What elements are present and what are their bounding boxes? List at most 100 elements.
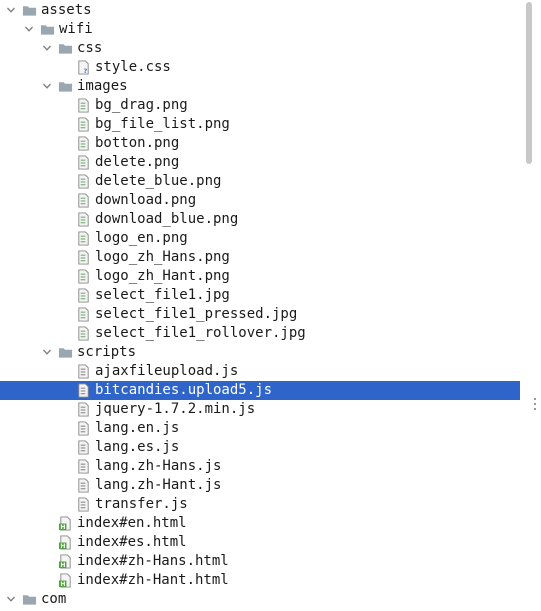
vertical-scrollbar[interactable] (520, 0, 541, 601)
tree-item-label: lang.zh-Hant.js (95, 477, 222, 493)
chevron-down-icon[interactable] (41, 80, 53, 92)
chevron-down-icon[interactable] (41, 346, 53, 358)
image-file-icon (76, 193, 91, 208)
tree-item-label: jquery-1.7.2.min.js (95, 401, 256, 417)
tree-item-label: index#zh-Hant.html (77, 572, 229, 588)
tree-item-label: download.png (95, 192, 197, 208)
tree-file-row[interactable]: bg_file_list.png (0, 115, 520, 134)
tree-item-label: delete_blue.png (95, 173, 222, 189)
image-file-icon (76, 288, 91, 303)
tree-file-row[interactable]: ajaxfileupload.js (0, 362, 520, 381)
tree-file-row[interactable]: ? style.css (0, 58, 520, 77)
tree-folder-row[interactable]: images (0, 77, 520, 96)
tree-file-row[interactable]: download_blue.png (0, 210, 520, 229)
tree-file-row[interactable]: delete.png (0, 153, 520, 172)
project-file-tree: assets wifi css? style.css images bg_drag.png… (0, 0, 520, 607)
folder-icon (22, 592, 37, 607)
tree-file-row[interactable]: lang.es.js (0, 438, 520, 457)
tree-file-row[interactable]: select_file1_rollover.jpg (0, 324, 520, 343)
tree-folder-row[interactable]: assets (0, 1, 520, 20)
tree-item-label: select_file1.jpg (95, 287, 230, 303)
js-file-icon (76, 402, 91, 417)
tree-file-row[interactable]: Hindex#es.html (0, 533, 520, 552)
image-file-icon (76, 155, 91, 170)
image-file-icon (76, 117, 91, 132)
tree-file-row[interactable]: logo_zh_Hant.png (0, 267, 520, 286)
tree-file-row[interactable]: transfer.js (0, 495, 520, 514)
folder-icon (40, 22, 55, 37)
tree-item-label: logo_zh_Hans.png (95, 249, 230, 265)
svg-text:H: H (60, 581, 65, 588)
tree-item-label: css (77, 40, 103, 56)
tree-file-row[interactable]: select_file1_pressed.jpg (0, 305, 520, 324)
css-file-icon: ? (76, 60, 91, 75)
tree-item-label: lang.zh-Hans.js (95, 458, 222, 474)
tree-item-label: index#en.html (77, 515, 187, 531)
tree-item-label: com (41, 591, 67, 607)
tree-file-row[interactable]: lang.en.js (0, 419, 520, 438)
html-file-icon: H (58, 535, 73, 550)
image-file-icon (76, 269, 91, 284)
js-file-icon (76, 383, 91, 398)
tree-item-label: logo_zh_Hant.png (95, 268, 230, 284)
tree-file-row[interactable]: lang.zh-Hant.js (0, 476, 520, 495)
tree-item-label: logo_en.png (95, 230, 188, 246)
svg-text:?: ? (84, 67, 88, 75)
js-file-icon (76, 440, 91, 455)
tree-file-row[interactable]: logo_en.png (0, 229, 520, 248)
tree-folder-row[interactable]: css (0, 39, 520, 58)
image-file-icon (76, 307, 91, 322)
tree-file-row[interactable]: bitcandies.upload5.js (0, 381, 520, 400)
html-file-icon: H (58, 516, 73, 531)
js-file-icon (76, 459, 91, 474)
tree-folder-row[interactable]: wifi (0, 20, 520, 39)
tree-item-label: images (77, 78, 128, 94)
tree-file-row[interactable]: select_file1.jpg (0, 286, 520, 305)
tree-file-row[interactable]: Hindex#zh-Hans.html (0, 552, 520, 571)
tree-file-row[interactable]: jquery-1.7.2.min.js (0, 400, 520, 419)
tree-item-label: bg_drag.png (95, 97, 188, 113)
chevron-down-icon[interactable] (41, 42, 53, 54)
js-file-icon (76, 497, 91, 512)
tree-file-row[interactable]: delete_blue.png (0, 172, 520, 191)
tree-item-label: lang.es.js (95, 439, 180, 455)
image-file-icon (76, 98, 91, 113)
chevron-down-icon[interactable] (5, 4, 17, 16)
tree-item-label: index#zh-Hans.html (77, 553, 229, 569)
tree-file-row[interactable]: Hindex#zh-Hant.html (0, 571, 520, 590)
folder-icon (22, 3, 37, 18)
tree-item-label: select_file1_rollover.jpg (95, 325, 306, 341)
tree-item-label: bg_file_list.png (95, 116, 230, 132)
scrollbar-thumb[interactable] (526, 2, 532, 164)
tree-item-label: ajaxfileupload.js (95, 363, 239, 379)
tree-item-label: download_blue.png (95, 211, 239, 227)
tree-item-label: index#es.html (77, 534, 187, 550)
image-file-icon (76, 231, 91, 246)
tree-file-row[interactable]: botton.png (0, 134, 520, 153)
tree-file-row[interactable]: bg_drag.png (0, 96, 520, 115)
html-file-icon: H (58, 573, 73, 588)
image-file-icon (76, 326, 91, 341)
tree-item-label: botton.png (95, 135, 180, 151)
tree-item-label: delete.png (95, 154, 180, 170)
folder-icon (58, 41, 73, 56)
tree-item-label: select_file1_pressed.jpg (95, 306, 298, 322)
chevron-down-icon[interactable] (23, 23, 35, 35)
tree-file-row[interactable]: download.png (0, 191, 520, 210)
chevron-down-icon[interactable] (5, 593, 17, 605)
image-file-icon (76, 136, 91, 151)
tree-file-row[interactable]: lang.zh-Hans.js (0, 457, 520, 476)
tree-file-row[interactable]: logo_zh_Hans.png (0, 248, 520, 267)
tree-item-label: lang.en.js (95, 420, 180, 436)
js-file-icon (76, 478, 91, 493)
tree-file-row[interactable]: Hindex#en.html (0, 514, 520, 533)
tree-folder-row[interactable]: scripts (0, 343, 520, 362)
image-file-icon (76, 250, 91, 265)
resize-grip-icon[interactable] (534, 398, 538, 418)
js-file-icon (76, 421, 91, 436)
html-file-icon: H (58, 554, 73, 569)
tree-folder-row[interactable]: com (0, 590, 520, 609)
tree-item-label: style.css (95, 59, 171, 75)
js-file-icon (76, 364, 91, 379)
image-file-icon (76, 174, 91, 189)
